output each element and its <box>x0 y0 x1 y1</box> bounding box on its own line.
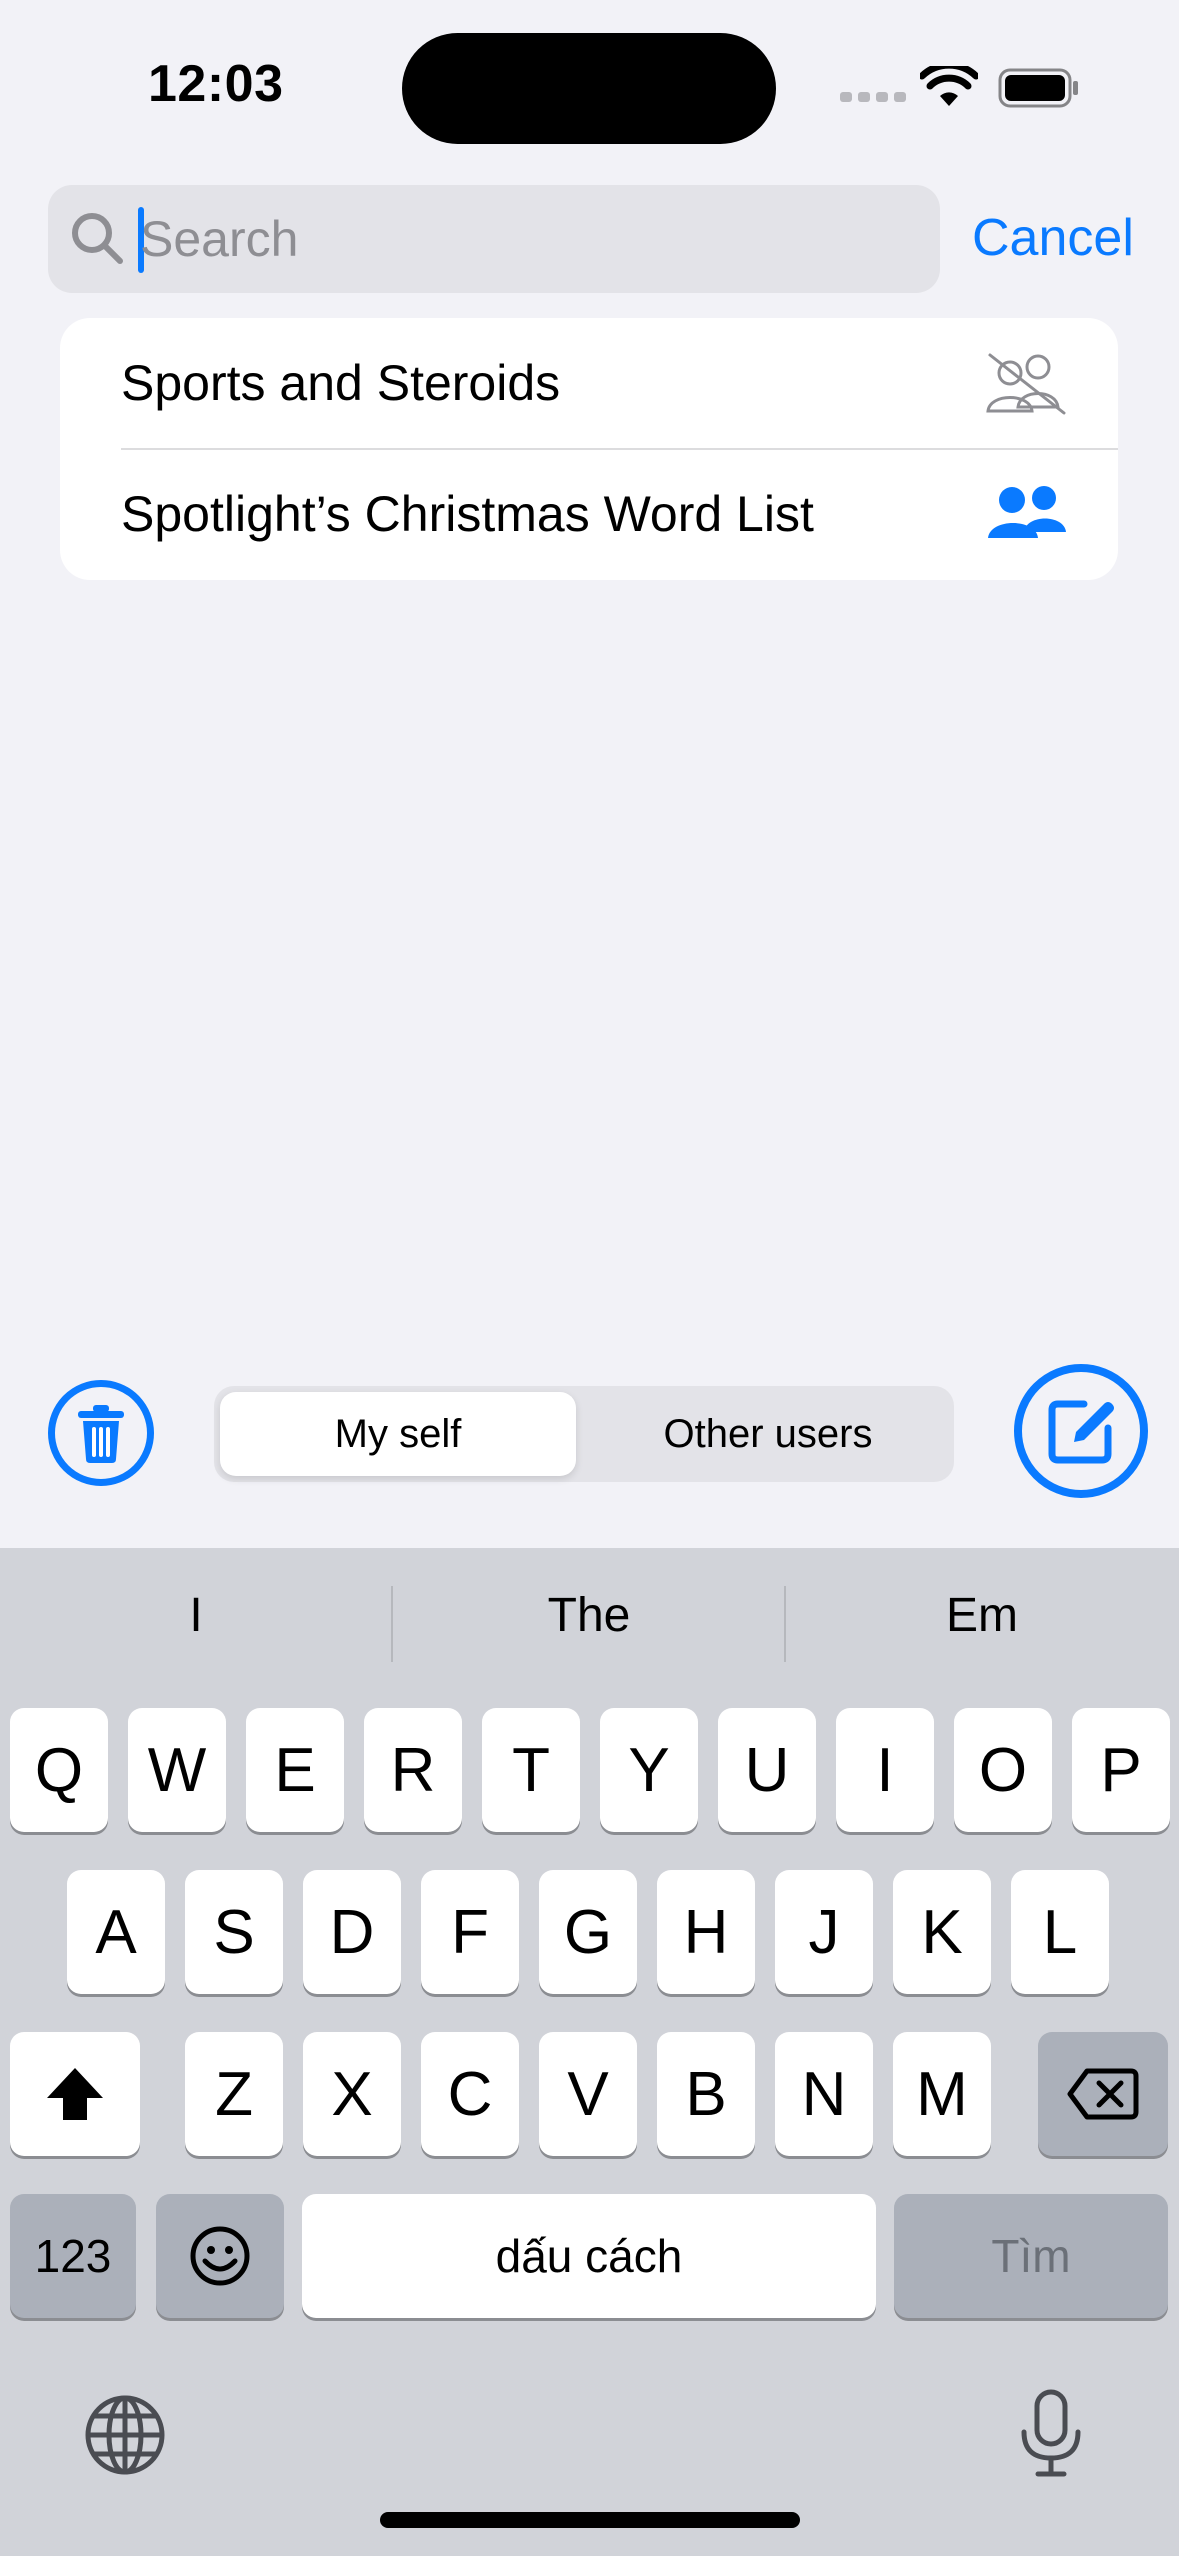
globe-icon[interactable] <box>84 2394 166 2476</box>
screen: 12:03 Cancel Sports and Steroids <box>0 0 1179 2556</box>
wifi-icon <box>920 66 978 106</box>
key[interactable]: K <box>893 1870 991 1994</box>
person-2-fill-icon <box>988 486 1066 538</box>
shift-icon <box>47 2068 103 2120</box>
status-time: 12:03 <box>148 55 284 113</box>
list-item[interactable]: Spotlight’s Christmas Word List <box>60 449 1118 580</box>
key[interactable]: J <box>775 1870 873 1994</box>
key[interactable]: S <box>185 1870 283 1994</box>
search-icon <box>72 213 123 264</box>
compose-button[interactable] <box>1014 1364 1148 1498</box>
home-indicator[interactable] <box>380 2512 800 2528</box>
backspace-icon <box>1067 2068 1139 2120</box>
list-item-label: Sports and Steroids <box>121 355 561 411</box>
key[interactable]: Z <box>185 2032 283 2156</box>
key[interactable]: Y <box>600 1708 698 1832</box>
emoji-icon <box>190 2226 250 2286</box>
key[interactable]: X <box>303 2032 401 2156</box>
delete-key[interactable] <box>1038 2032 1168 2156</box>
microphone-icon[interactable] <box>1016 2388 1086 2478</box>
key[interactable]: D <box>303 1870 401 1994</box>
suggestion[interactable]: The <box>393 1588 785 1643</box>
key[interactable]: T <box>482 1708 580 1832</box>
key[interactable]: R <box>364 1708 462 1832</box>
keyboard: I The Em Q W E R T Y U I O P A S D F G H… <box>0 1548 1179 2556</box>
key[interactable]: C <box>421 2032 519 2156</box>
delete-button[interactable] <box>48 1380 154 1486</box>
numbers-key[interactable]: 123 <box>10 2194 136 2318</box>
search-input[interactable] <box>140 201 900 277</box>
space-key[interactable]: dấu cách <box>302 2194 876 2318</box>
list-item-label: Spotlight’s Christmas Word List <box>121 486 814 542</box>
emoji-key[interactable] <box>156 2194 284 2318</box>
segment-other-users[interactable]: Other users <box>590 1392 946 1476</box>
key[interactable]: P <box>1072 1708 1170 1832</box>
key[interactable]: O <box>954 1708 1052 1832</box>
dynamic-island <box>402 33 776 144</box>
trash-icon <box>78 1405 124 1463</box>
battery-icon <box>998 68 1078 108</box>
key[interactable]: G <box>539 1870 637 1994</box>
results-list: Sports and Steroids Spotlight’s Christma… <box>60 318 1118 580</box>
key[interactable]: F <box>421 1870 519 1994</box>
search-field[interactable] <box>48 185 940 293</box>
key[interactable]: E <box>246 1708 344 1832</box>
predictive-bar: I The Em <box>0 1548 1179 1702</box>
user-filter-segmented-control: My self Other users <box>214 1386 954 1482</box>
key[interactable]: W <box>128 1708 226 1832</box>
key[interactable]: Q <box>10 1708 108 1832</box>
shift-key[interactable] <box>10 2032 140 2156</box>
key[interactable]: V <box>539 2032 637 2156</box>
key[interactable]: H <box>657 1870 755 1994</box>
person-2-slash-icon <box>986 353 1066 415</box>
key[interactable]: I <box>836 1708 934 1832</box>
list-item[interactable]: Sports and Steroids <box>60 318 1118 450</box>
search-key[interactable]: Tìm <box>894 2194 1168 2318</box>
key[interactable]: A <box>67 1870 165 1994</box>
suggestion[interactable]: Em <box>786 1588 1178 1643</box>
key[interactable]: N <box>775 2032 873 2156</box>
square-pencil-icon <box>1048 1400 1114 1464</box>
segment-my-self[interactable]: My self <box>220 1392 576 1476</box>
status-indicators <box>840 62 1090 112</box>
cancel-button[interactable]: Cancel <box>972 208 1134 268</box>
key[interactable]: M <box>893 2032 991 2156</box>
key[interactable]: U <box>718 1708 816 1832</box>
key[interactable]: L <box>1011 1870 1109 1994</box>
cellular-signal-icon <box>840 92 906 102</box>
suggestion[interactable]: I <box>0 1588 392 1643</box>
key[interactable]: B <box>657 2032 755 2156</box>
